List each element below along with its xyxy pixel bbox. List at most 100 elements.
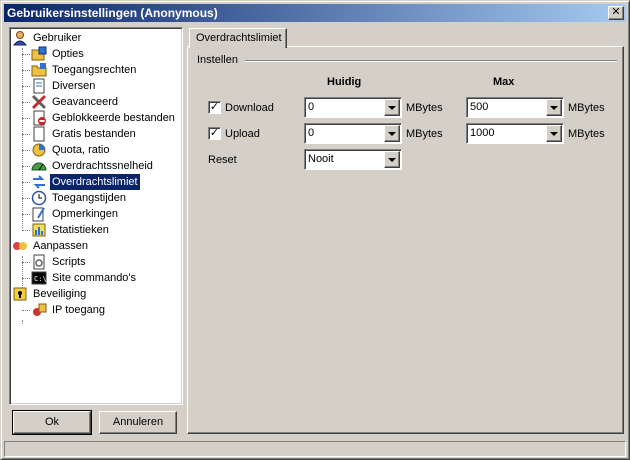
tree-item-label: Opmerkingen	[52, 208, 119, 220]
ip-access-icon	[31, 302, 47, 318]
chevron-down-icon[interactable]	[546, 99, 562, 116]
tree-item-label: Geavanceerd	[52, 96, 119, 108]
tree-item-label: Beveiliging	[33, 288, 87, 300]
tree-item[interactable]: IP toegang	[31, 302, 107, 318]
tree-item-label: Opties	[52, 48, 84, 60]
tree-connector	[22, 118, 30, 119]
tree-connector	[22, 310, 30, 311]
tree-connector	[22, 262, 30, 263]
tree-item-label: Scripts	[52, 256, 86, 268]
tree-item-label: Statistieken	[52, 224, 109, 236]
tree-item-label: Overdrachtslimiet	[50, 174, 140, 190]
cancel-button[interactable]: Annuleren	[99, 411, 177, 434]
download-max-value: 500	[470, 101, 489, 113]
quota-icon	[31, 142, 47, 158]
console-icon: C:\	[31, 270, 47, 286]
column-header-max: Max	[493, 76, 515, 88]
download-current-combo[interactable]: 0	[304, 97, 402, 118]
speed-gauge-icon	[31, 158, 47, 174]
chevron-down-icon[interactable]	[384, 99, 400, 116]
tree-item[interactable]: Geavanceerd	[31, 94, 120, 110]
tree-item[interactable]: Opmerkingen	[31, 206, 120, 222]
tree-item[interactable]: Toegangsrechten	[31, 62, 138, 78]
tree-item[interactable]: Overdrachtssnelheid	[31, 158, 155, 174]
tree-item-label: IP toegang	[52, 304, 106, 316]
tree-connector	[22, 320, 23, 324]
svg-text:C:\: C:\	[34, 275, 47, 283]
upload-current-combo[interactable]: 0	[304, 123, 402, 144]
tree-item[interactable]: Overdrachtslimiet	[31, 174, 140, 190]
download-max-unit: MBytes	[568, 102, 605, 114]
reset-label: Reset	[208, 154, 237, 166]
tree-connector	[22, 134, 30, 135]
chevron-down-icon[interactable]	[546, 125, 562, 142]
status-bar	[4, 441, 626, 457]
upload-current-value: 0	[308, 127, 315, 139]
title-bar: Gebruikersinstellingen (Anonymous) ✕	[4, 4, 626, 22]
user-settings-window: Gebruikersinstellingen (Anonymous) ✕ Geb…	[0, 0, 630, 460]
tree-item-label: Quota, ratio	[52, 144, 110, 156]
tree-connector	[22, 48, 23, 228]
tree-connector	[22, 230, 30, 231]
tree-item-label: Gratis bestanden	[52, 128, 136, 140]
upload-max-value: 1000	[470, 127, 495, 139]
ok-button[interactable]: Ok	[12, 410, 92, 435]
tree-connector	[22, 166, 30, 167]
folder-access-icon	[31, 62, 47, 78]
tree-item-label: Aanpassen	[33, 240, 89, 252]
tree-item[interactable]: Opties	[31, 46, 86, 62]
customize-icon	[12, 238, 28, 254]
download-label: Download	[225, 102, 274, 114]
tree-item[interactable]: Gebruiker	[12, 30, 83, 46]
tree-connector	[22, 278, 30, 279]
download-checkbox[interactable]: ✓	[208, 101, 221, 114]
lock-icon	[12, 286, 28, 302]
reset-value: Nooit	[308, 153, 334, 165]
settings-tree[interactable]: Gebruiker Opties Toegangsrechten Diversen Ge…	[9, 27, 183, 405]
tree-item[interactable]: Aanpassen	[12, 238, 90, 254]
tree-connector	[22, 102, 30, 103]
tree-item[interactable]: Geblokkeerde bestanden	[31, 110, 177, 126]
download-current-value: 0	[308, 101, 315, 113]
upload-label: Upload	[225, 128, 260, 140]
tree-connector	[22, 150, 30, 151]
download-max-combo[interactable]: 500	[466, 97, 564, 118]
tree-item[interactable]: Statistieken	[31, 222, 111, 238]
document-icon	[31, 78, 47, 94]
tree-item[interactable]: Toegangstijden	[31, 190, 128, 206]
tab-transfer-limit[interactable]: Overdrachtslimiet	[189, 28, 287, 48]
group-label: Instellen	[197, 54, 238, 66]
options-icon	[31, 46, 47, 62]
chevron-down-icon[interactable]	[384, 125, 400, 142]
chevron-down-icon[interactable]	[384, 151, 400, 168]
tree-item[interactable]: Scripts	[31, 254, 88, 270]
clock-icon	[31, 190, 47, 206]
upload-checkbox[interactable]: ✓	[208, 127, 221, 140]
tree-item-label: Site commando's	[52, 272, 137, 284]
tree-item-label: Geblokkeerde bestanden	[52, 112, 175, 124]
tree-connector	[22, 198, 30, 199]
download-current-unit: MBytes	[406, 102, 443, 114]
file-icon	[31, 126, 47, 142]
window-title: Gebruikersinstellingen (Anonymous)	[7, 6, 218, 20]
close-button[interactable]: ✕	[608, 6, 624, 20]
tree-item[interactable]: Beveiliging	[12, 286, 88, 302]
tree-item[interactable]: Quota, ratio	[31, 142, 111, 158]
tree-item-label: Toegangstijden	[52, 192, 127, 204]
tree-item[interactable]: Diversen	[31, 78, 97, 94]
tree-item[interactable]: C:\ Site commando's	[31, 270, 138, 286]
tools-icon	[31, 94, 47, 110]
script-icon	[31, 254, 47, 270]
reset-combo[interactable]: Nooit	[304, 149, 402, 170]
group-divider	[245, 60, 617, 62]
tree-item[interactable]: Gratis bestanden	[31, 126, 138, 142]
tree-connector	[22, 86, 30, 87]
blocked-file-icon	[31, 110, 47, 126]
transfer-limit-icon	[31, 174, 47, 190]
upload-max-unit: MBytes	[568, 128, 605, 140]
tree-connector	[22, 214, 30, 215]
tree-connector	[22, 182, 30, 183]
stats-icon	[31, 222, 47, 238]
upload-max-combo[interactable]: 1000	[466, 123, 564, 144]
tree-item-label: Toegangsrechten	[52, 64, 137, 76]
